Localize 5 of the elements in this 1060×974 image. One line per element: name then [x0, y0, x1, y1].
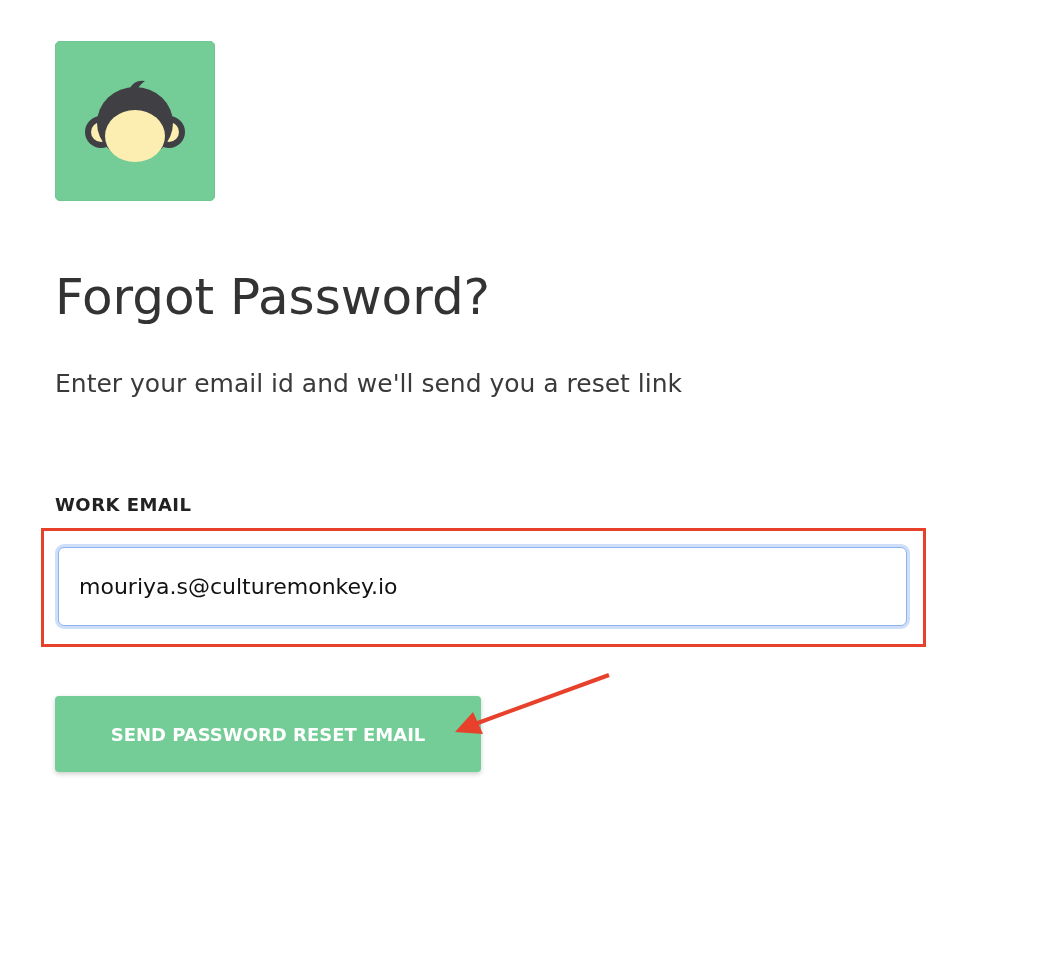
- field-label: WORK EMAIL: [55, 494, 193, 515]
- instruction-text: Enter your email id and we'll send you a reset link: [55, 369, 684, 398]
- page-title: Forgot Password?: [55, 267, 492, 327]
- monkey-logo-icon: [55, 41, 215, 201]
- email-field[interactable]: mouriya.s@culturemonkey.io: [58, 547, 907, 626]
